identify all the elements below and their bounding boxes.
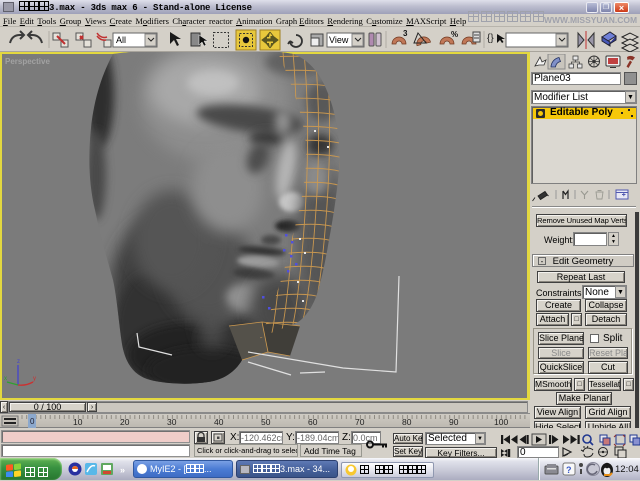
svg-text:?: ?: [566, 465, 572, 475]
svg-text:y: y: [33, 376, 36, 382]
svg-text:90: 90: [449, 417, 459, 427]
svg-text:70: 70: [355, 417, 365, 427]
svg-text:{}: {}: [487, 33, 494, 44]
svg-text:60: 60: [308, 417, 318, 427]
svg-text:»: »: [120, 465, 125, 475]
svg-text:Perspective: Perspective: [5, 57, 50, 66]
svg-text:30: 30: [167, 417, 177, 427]
svg-text:3: 3: [403, 29, 408, 38]
svg-text:All: All: [116, 35, 126, 45]
svg-text:40: 40: [214, 417, 224, 427]
svg-text:x: x: [4, 376, 7, 382]
svg-text:50: 50: [261, 417, 271, 427]
svg-text:80: 80: [402, 417, 412, 427]
svg-text:0: 0: [30, 417, 35, 426]
svg-text:z: z: [17, 359, 20, 365]
svg-text:View: View: [329, 35, 349, 45]
svg-text:100: 100: [494, 417, 508, 427]
svg-text:20: 20: [120, 417, 130, 427]
svg-text:10: 10: [73, 417, 83, 427]
svg-text:%: %: [451, 30, 458, 39]
